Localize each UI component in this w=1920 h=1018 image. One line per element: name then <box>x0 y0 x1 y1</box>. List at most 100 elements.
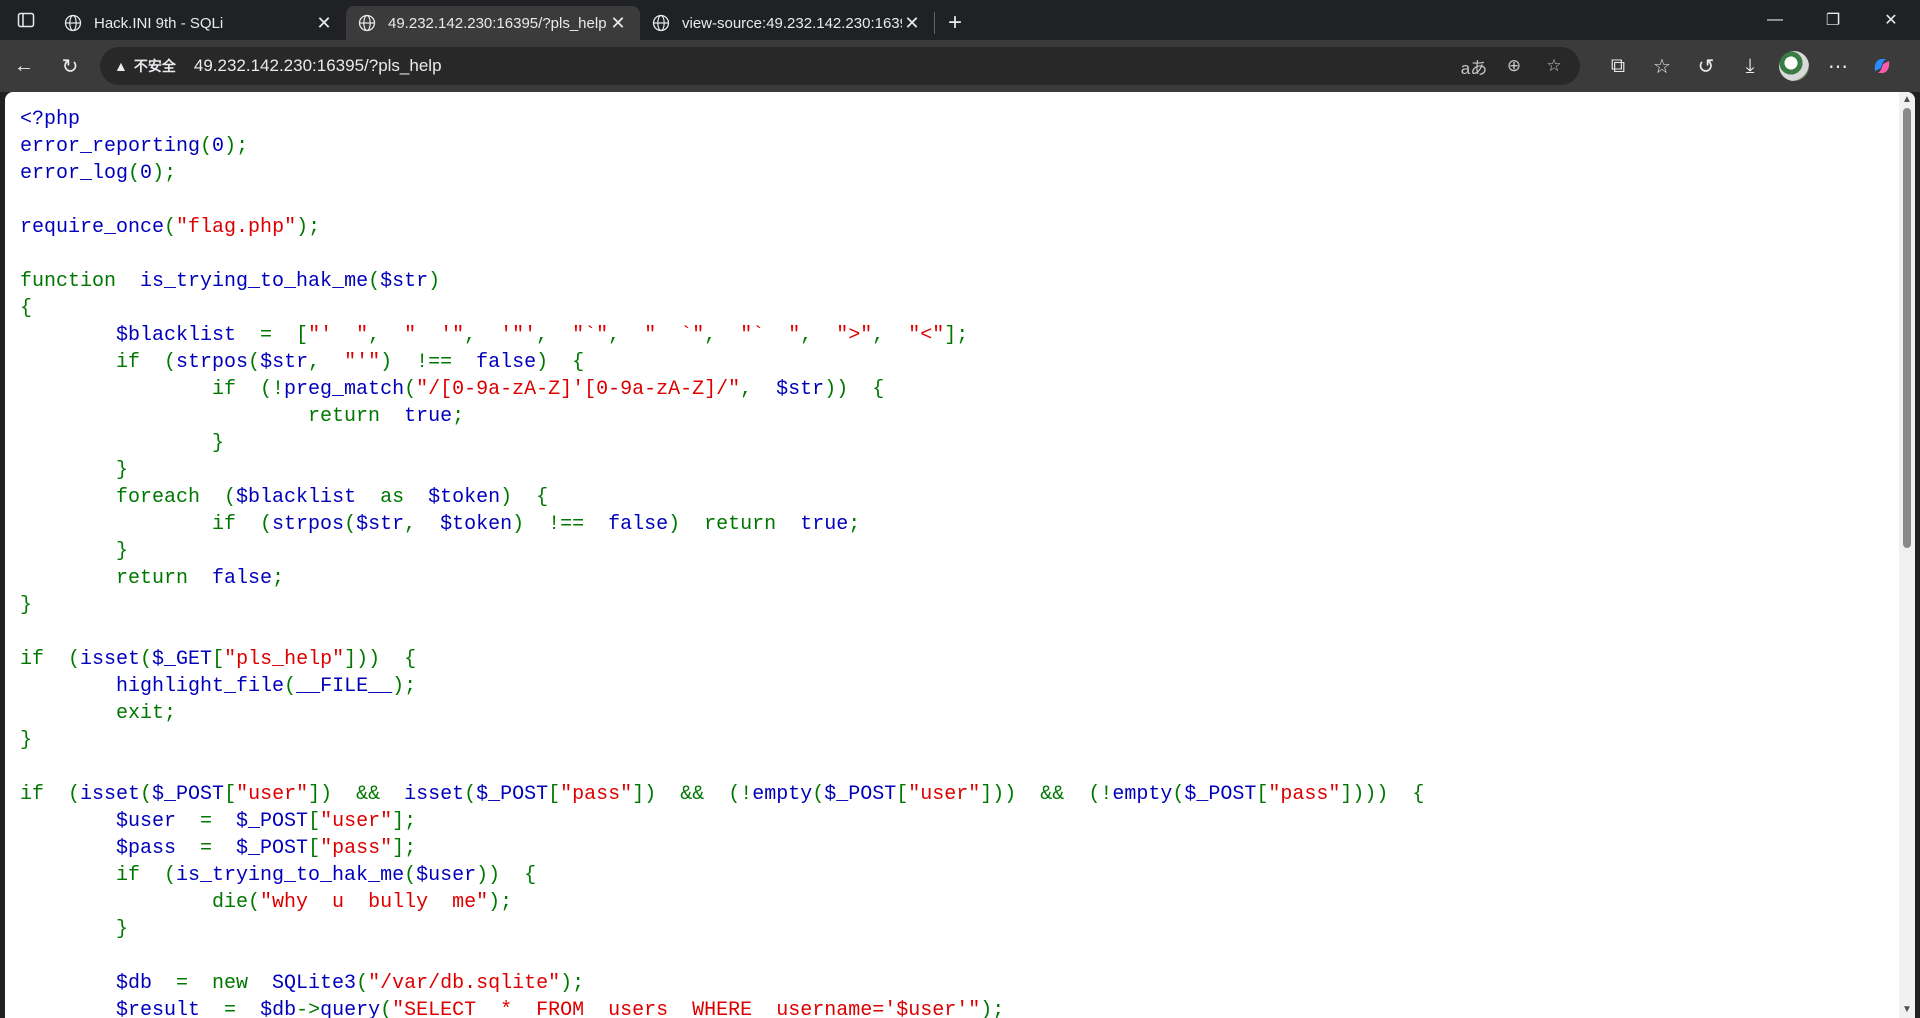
code-token: $str <box>356 513 405 536</box>
code-token: if ( <box>20 513 273 536</box>
download-icon: ⤓ <box>1745 54 1755 77</box>
favorite-star-icon[interactable]: ☆ <box>1538 56 1570 76</box>
back-button[interactable]: ← <box>2 44 46 88</box>
history-icon: ↺ <box>1697 55 1715 78</box>
extensions-button[interactable]: ⧉ <box>1596 44 1640 88</box>
code-line: if (is_trying_to_hak_me($user)) { <box>20 862 1424 889</box>
code-token: ; <box>452 405 465 428</box>
code-token: $str <box>260 351 309 374</box>
code-token: isset <box>80 648 141 671</box>
code-token: ( <box>140 783 153 806</box>
reload-button[interactable]: ↻ <box>48 44 92 88</box>
avatar <box>1779 51 1809 81</box>
tab-close-icon[interactable]: ✕ <box>314 13 334 34</box>
code-token: SQLite3 <box>272 972 357 995</box>
code-token: } <box>20 729 33 752</box>
code-token: "pass" <box>320 837 393 860</box>
tab-actions-button[interactable] <box>0 0 52 40</box>
vertical-scrollbar[interactable]: ▲ ▼ <box>1899 92 1915 1018</box>
code-token: [ <box>212 648 225 671</box>
globe-icon <box>652 14 670 32</box>
tab-view-source[interactable]: view-source:49.232.142.230:16395 ✕ <box>640 6 934 40</box>
copilot-icon <box>1874 59 1890 73</box>
tab-pls-help[interactable]: 49.232.142.230:16395/?pls_help ✕ <box>346 6 640 40</box>
code-token: [ <box>896 783 909 806</box>
back-arrow-icon: ← <box>14 54 34 77</box>
code-line: } <box>20 727 1424 754</box>
right-toolbar: ⧉ ☆ ↺ ⤓ ⋯ <box>1596 44 1904 88</box>
code-token: , <box>536 324 573 347</box>
minimize-button[interactable]: — <box>1746 0 1804 40</box>
url-text[interactable]: 49.232.142.230:16395/?pls_help <box>194 56 442 76</box>
code-token: $db <box>260 999 297 1018</box>
tab-strip: Hack.INI 9th - SQLi ✕ 49.232.142.230:163… <box>0 0 1920 40</box>
code-token: ) { <box>536 351 585 374</box>
scroll-up-icon[interactable]: ▲ <box>1899 92 1915 108</box>
code-token: ( <box>368 270 381 293</box>
favorites-icon: ☆ <box>1653 55 1671 78</box>
code-token: "user" <box>236 783 309 806</box>
code-token: function <box>20 270 141 293</box>
code-token: ); <box>560 972 585 995</box>
menu-button[interactable]: ⋯ <box>1816 44 1860 88</box>
code-token: "pass" <box>1268 783 1341 806</box>
code-token: ( <box>404 378 417 401</box>
code-token: __FILE__ <box>296 675 393 698</box>
code-token: $str <box>776 378 825 401</box>
code-line: if (!preg_match("/[0-9a-zA-Z]'[0-9a-zA-Z… <box>20 376 1424 403</box>
scroll-down-icon[interactable]: ▼ <box>1899 1002 1915 1018</box>
tab-hackini[interactable]: Hack.INI 9th - SQLi ✕ <box>52 6 346 40</box>
code-token: is_trying_to_hak_me <box>176 864 405 887</box>
code-token: , <box>740 378 777 401</box>
scrollbar-thumb[interactable] <box>1903 108 1911 548</box>
code-token: $user <box>416 864 477 887</box>
code-line: function is_trying_to_hak_me($str) <box>20 268 1424 295</box>
code-token: $_POST <box>236 810 309 833</box>
code-line: $blacklist = ["' ", " '", '"', "`", " `"… <box>20 322 1424 349</box>
code-token: ]; <box>944 324 969 347</box>
code-line: { <box>20 295 1424 322</box>
code-token: as <box>380 486 429 509</box>
tab-close-icon[interactable]: ✕ <box>902 13 922 34</box>
code-line: foreach ($blacklist as $token) { <box>20 484 1424 511</box>
globe-icon <box>358 14 376 32</box>
history-button[interactable]: ↺ <box>1684 44 1728 88</box>
code-token: if (! <box>20 378 285 401</box>
code-token: ]; <box>392 837 417 860</box>
restore-button[interactable]: ❐ <box>1804 0 1862 40</box>
code-token: ( <box>164 216 177 239</box>
code-token: $str <box>380 270 429 293</box>
downloads-button[interactable]: ⤓ <box>1728 44 1772 88</box>
puzzle-icon: ⧉ <box>1610 54 1626 77</box>
code-token: " '" <box>404 324 465 347</box>
code-token: "` " <box>740 324 801 347</box>
code-token: ( <box>284 675 297 698</box>
code-token: foreach ( <box>20 486 237 509</box>
code-token: ( <box>812 783 825 806</box>
address-bar[interactable]: ▲ 不安全 49.232.142.230:16395/?pls_help aあ … <box>100 47 1580 85</box>
profile-button[interactable] <box>1772 44 1816 88</box>
close-window-button[interactable]: ✕ <box>1862 0 1920 40</box>
code-token: error_reporting <box>20 135 201 158</box>
security-label[interactable]: 不安全 <box>134 56 176 76</box>
code-token: } <box>20 540 129 563</box>
code-token: } <box>20 459 129 482</box>
favorites-button[interactable]: ☆ <box>1640 44 1684 88</box>
code-token: , <box>800 324 837 347</box>
close-icon: ✕ <box>1884 12 1898 29</box>
toolbar: ← ↻ ▲ 不安全 49.232.142.230:16395/?pls_help… <box>0 40 1920 92</box>
code-token: die( <box>20 891 261 914</box>
translate-icon[interactable]: aあ <box>1458 54 1490 79</box>
code-token: " `" <box>644 324 705 347</box>
code-token: ); <box>488 891 513 914</box>
zoom-icon[interactable]: ⊕ <box>1498 56 1530 76</box>
code-token: ); <box>152 162 177 185</box>
code-line: highlight_file(__FILE__); <box>20 673 1424 700</box>
copilot-button[interactable] <box>1860 44 1904 88</box>
code-token: ( <box>248 351 261 374</box>
tab-close-icon[interactable]: ✕ <box>608 13 628 34</box>
minimize-icon: — <box>1767 11 1783 28</box>
new-tab-button[interactable]: + <box>935 6 975 40</box>
